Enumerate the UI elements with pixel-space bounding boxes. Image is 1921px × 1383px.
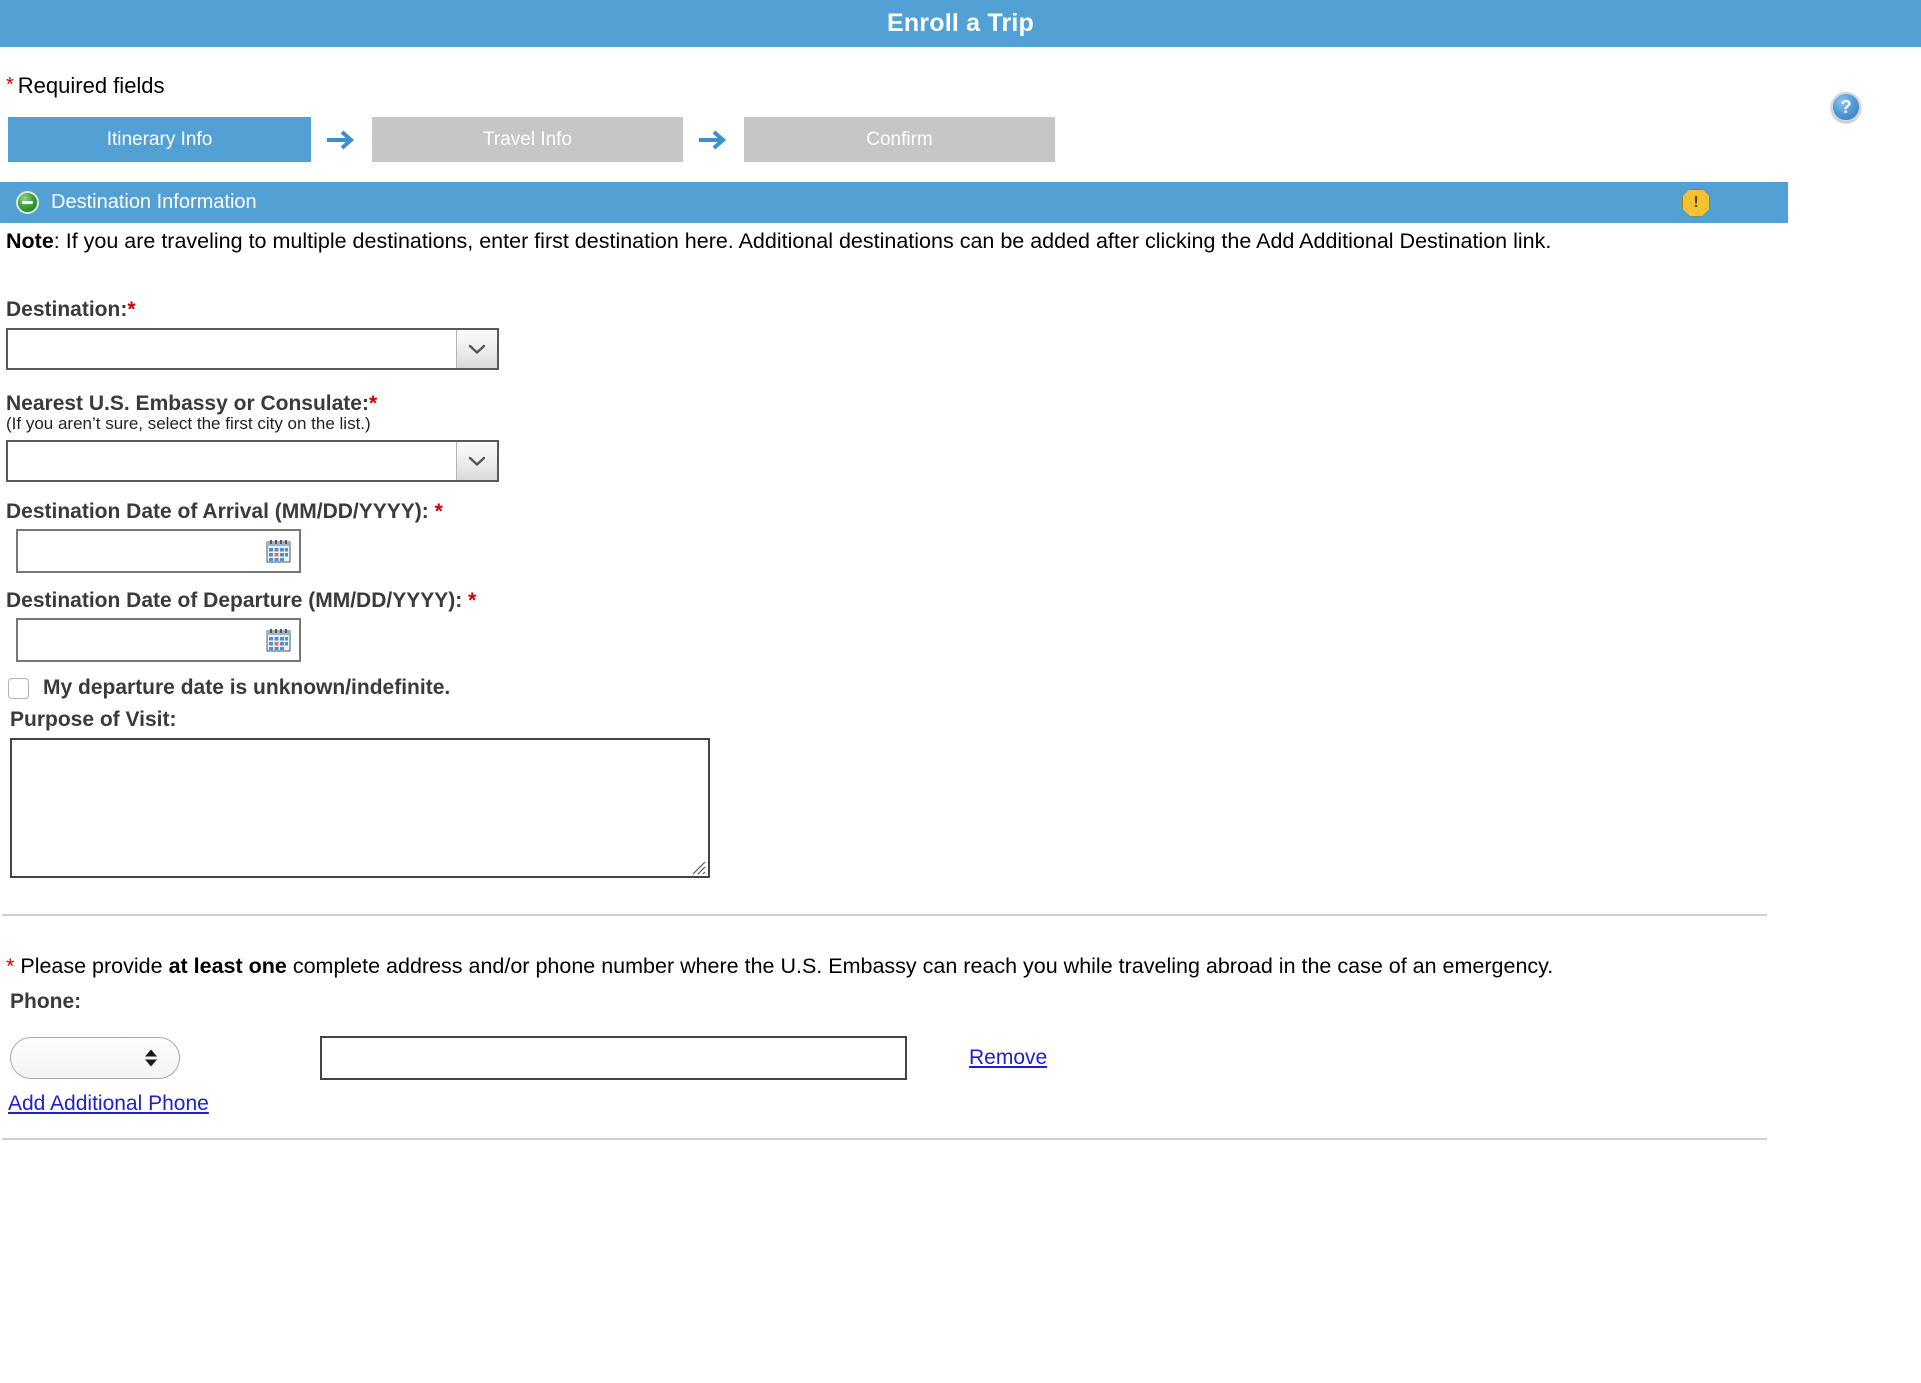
embassy-label-text: Nearest U.S. Embassy or Consulate: xyxy=(6,392,369,416)
step-arrow-icon xyxy=(311,127,372,153)
embassy-label: Nearest U.S. Embassy or Consulate:* xyxy=(6,392,1921,416)
page-title: Enroll a Trip xyxy=(886,9,1035,37)
triangle-up-icon xyxy=(145,1049,157,1057)
bottom-divider xyxy=(2,1137,1767,1140)
arrival-date-label: Destination Date of Arrival (MM/DD/YYYY)… xyxy=(6,500,1921,524)
step-arrow-icon xyxy=(683,127,744,153)
destination-information-section-header: Destination Information ! xyxy=(0,182,1788,223)
arrival-date-label-text: Destination Date of Arrival (MM/DD/YYYY)… xyxy=(6,500,429,524)
help-question-icon[interactable]: ? xyxy=(1831,92,1861,122)
emergency-bold-text: at least one xyxy=(168,954,287,979)
departure-date-input[interactable] xyxy=(16,618,301,663)
phone-label: Phone: xyxy=(10,989,82,1013)
chevron-down-icon[interactable] xyxy=(456,442,497,481)
emergency-text-before: Please provide xyxy=(14,954,169,979)
app-header: Enroll a Trip xyxy=(0,0,1921,47)
note-bold-prefix: Note xyxy=(6,229,54,253)
required-fields-label: Required fields xyxy=(17,73,165,98)
step-confirm[interactable]: Confirm xyxy=(744,117,1055,162)
destination-label: Destination:* xyxy=(6,298,1921,322)
calendar-icon[interactable] xyxy=(266,628,291,652)
arrival-date-input[interactable] xyxy=(16,529,301,574)
note-text: : If you are traveling to multiple desti… xyxy=(53,229,1552,253)
destination-field-group: Destination:* xyxy=(0,298,1921,371)
required-asterisk: * xyxy=(368,392,378,416)
section-divider xyxy=(2,914,1767,917)
phone-row: Remove xyxy=(0,1035,1921,1080)
embassy-field-group: Nearest U.S. Embassy or Consulate:* (If … xyxy=(0,392,1921,483)
embassy-selected-value xyxy=(8,442,456,480)
required-asterisk: * xyxy=(434,500,443,524)
resize-handle-icon[interactable] xyxy=(690,859,706,875)
purpose-textarea[interactable] xyxy=(10,738,710,879)
departure-date-label-text: Destination Date of Departure (MM/DD/YYY… xyxy=(6,589,463,613)
warning-octagon-icon[interactable]: ! xyxy=(1682,188,1710,217)
step-label: Itinerary Info xyxy=(106,128,213,150)
destination-select[interactable] xyxy=(6,328,499,371)
destination-note: Note: If you are traveling to multiple d… xyxy=(0,223,1734,254)
warning-glyph: ! xyxy=(1693,193,1699,211)
remove-phone-link[interactable]: Remove xyxy=(969,1046,1047,1070)
help-glyph: ? xyxy=(1840,97,1852,117)
section-title: Destination Information xyxy=(51,191,257,213)
step-progress-bar: Itinerary Info Travel Info Confirm xyxy=(0,117,1921,162)
triangle-down-icon xyxy=(145,1059,157,1067)
embassy-sublabel: (If you aren’t sure, select the first ci… xyxy=(6,414,371,434)
step-travel-info[interactable]: Travel Info xyxy=(372,117,683,162)
emergency-text-after: complete address and/or phone number whe… xyxy=(286,954,1554,979)
embassy-select[interactable] xyxy=(6,440,499,483)
required-asterisk: * xyxy=(468,589,477,613)
required-asterisk: * xyxy=(6,74,14,96)
arrival-date-field-group: Destination Date of Arrival (MM/DD/YYYY)… xyxy=(0,500,1921,574)
departure-unknown-label: My departure date is unknown/indefinite. xyxy=(43,676,451,700)
minus-bar xyxy=(22,201,33,204)
step-label: Travel Info xyxy=(482,128,573,150)
phone-number-input[interactable] xyxy=(320,1035,907,1080)
step-label: Confirm xyxy=(866,128,933,150)
departure-date-field-group: Destination Date of Departure (MM/DD/YYY… xyxy=(0,589,1921,663)
phone-type-select[interactable] xyxy=(10,1036,180,1079)
departure-date-label: Destination Date of Departure (MM/DD/YYY… xyxy=(6,589,1921,613)
stepper-arrows-icon[interactable] xyxy=(145,1049,157,1067)
required-fields-note: * Required fields xyxy=(0,75,1921,97)
departure-unknown-checkbox[interactable] xyxy=(8,677,29,699)
purpose-field-group: Purpose of Visit: xyxy=(0,708,1921,732)
destination-selected-value xyxy=(8,330,456,368)
chevron-down-icon[interactable] xyxy=(456,330,497,369)
required-asterisk: * xyxy=(127,298,136,322)
emergency-contact-note: * Please provide at least one complete a… xyxy=(0,954,1766,979)
minus-circle-icon[interactable] xyxy=(16,191,39,214)
add-additional-phone-link[interactable]: Add Additional Phone xyxy=(0,1092,209,1116)
calendar-icon[interactable] xyxy=(266,539,291,563)
destination-label-text: Destination: xyxy=(6,298,128,322)
step-itinerary-info[interactable]: Itinerary Info xyxy=(8,117,311,162)
departure-unknown-row: My departure date is unknown/indefinite. xyxy=(0,676,1921,700)
purpose-label: Purpose of Visit: xyxy=(10,708,177,732)
